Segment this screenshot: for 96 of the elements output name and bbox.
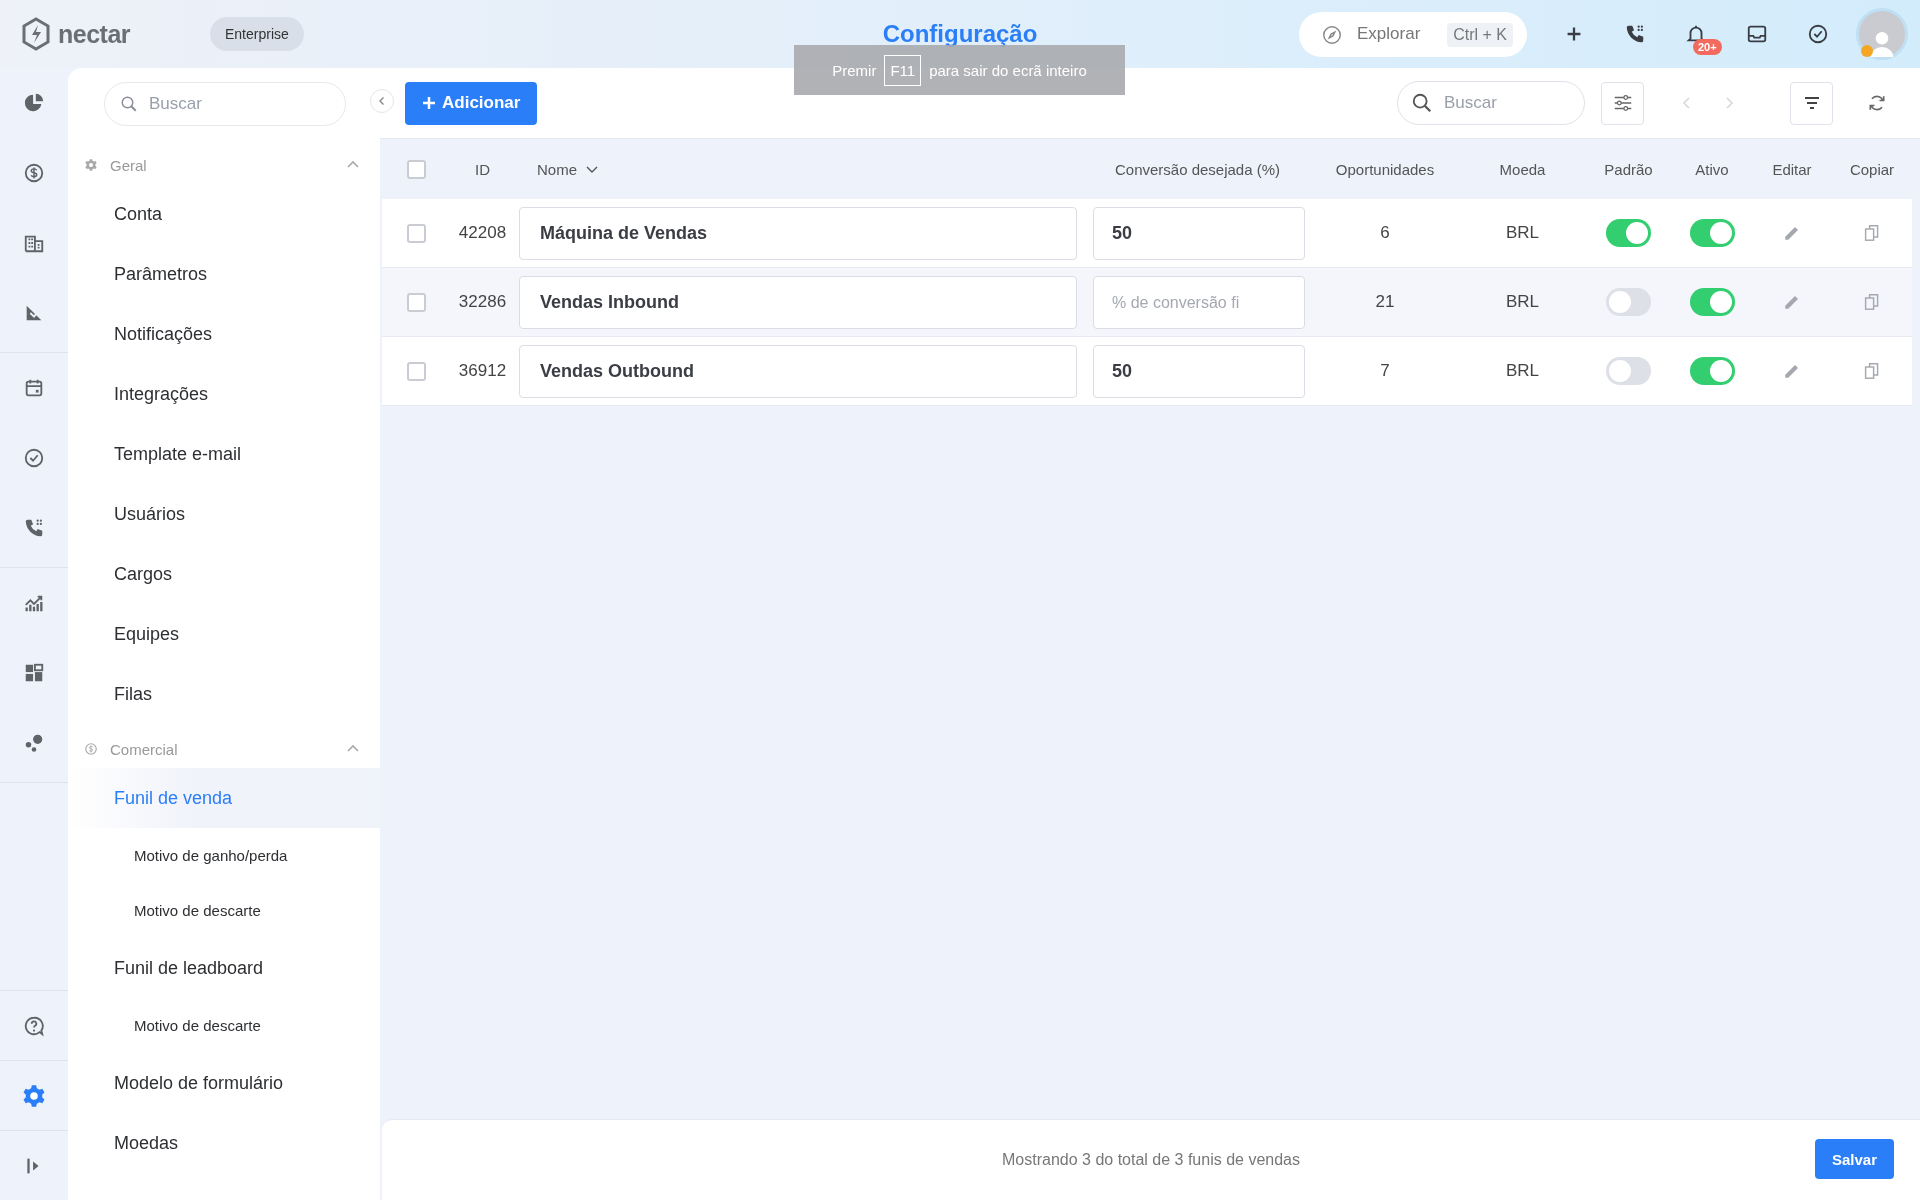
sidebar-item[interactable]: Motivo de ganho/perda bbox=[68, 828, 380, 883]
section-title: Geral bbox=[110, 156, 148, 174]
row-checkbox[interactable] bbox=[406, 223, 426, 243]
edit-icon[interactable] bbox=[1783, 362, 1801, 380]
filter-button[interactable] bbox=[1790, 81, 1833, 125]
chevron-left-icon bbox=[377, 96, 387, 106]
conversion-field[interactable]: 50 bbox=[1093, 344, 1305, 398]
search-field[interactable]: Buscar bbox=[104, 82, 346, 126]
plus-icon bbox=[422, 96, 436, 110]
conversion-field[interactable]: 50 bbox=[1093, 206, 1305, 260]
column-header[interactable]: Nome bbox=[515, 159, 605, 179]
pie-chart-icon[interactable] bbox=[23, 92, 45, 114]
id-cell: 42208 bbox=[458, 223, 507, 243]
name-field[interactable]: Vendas Inbound bbox=[519, 275, 1077, 329]
compass-icon bbox=[1321, 23, 1343, 46]
currency-cell: BRL bbox=[1505, 223, 1540, 243]
collapse-button[interactable] bbox=[370, 89, 394, 113]
notice-text: para sair do ecrã inteiro bbox=[929, 61, 1087, 79]
column-header: Editar bbox=[1772, 160, 1812, 178]
save-button[interactable]: Salvar bbox=[1814, 1139, 1894, 1179]
help-icon[interactable] bbox=[23, 1014, 45, 1037]
search-icon bbox=[120, 95, 138, 113]
add-button[interactable]: Adicionar bbox=[405, 81, 538, 125]
filter-settings-button[interactable] bbox=[1601, 81, 1644, 125]
row-checkbox[interactable] bbox=[406, 361, 426, 381]
sidebar-item[interactable]: Funil de leadboard bbox=[68, 938, 380, 998]
sidebar-item[interactable]: Integrações bbox=[68, 364, 380, 424]
sidebar-item[interactable]: Motivo de descarte bbox=[68, 998, 380, 1053]
check-circle-icon[interactable] bbox=[1806, 23, 1829, 45]
avatar[interactable] bbox=[1856, 8, 1908, 60]
name-field[interactable]: Vendas Outbound bbox=[519, 344, 1077, 398]
opportunities-cell: 7 bbox=[1380, 361, 1390, 381]
sidebar-item[interactable]: Filas bbox=[68, 664, 380, 724]
default-toggle[interactable] bbox=[1606, 288, 1651, 316]
name-field[interactable]: Máquina de Vendas bbox=[519, 206, 1077, 260]
row-checkbox[interactable] bbox=[406, 292, 426, 312]
check-circle-icon[interactable] bbox=[23, 447, 45, 469]
select-all-checkbox[interactable] bbox=[406, 159, 426, 179]
sidebar-item[interactable]: Parâmetros bbox=[68, 244, 380, 304]
active-toggle[interactable] bbox=[1689, 288, 1735, 316]
phone-icon[interactable] bbox=[23, 517, 45, 539]
edit-icon[interactable] bbox=[1783, 293, 1801, 311]
section-title: Comercial bbox=[110, 740, 179, 758]
column-header: Ativo bbox=[1695, 160, 1729, 178]
dashboard-icon[interactable] bbox=[23, 662, 45, 684]
opportunities-cell: 6 bbox=[1380, 223, 1390, 243]
dots-icon[interactable] bbox=[23, 732, 45, 754]
currency-cell: BRL bbox=[1505, 361, 1540, 381]
status-dot bbox=[1861, 45, 1873, 57]
column-header: ID bbox=[475, 160, 490, 178]
notification-badge: 20+ bbox=[1693, 39, 1722, 55]
dollar-icon[interactable] bbox=[23, 162, 45, 184]
column-header: Padrão bbox=[1604, 160, 1653, 178]
page-title: Configuração bbox=[882, 20, 1038, 47]
column-header: Conversão desejada (%) bbox=[1114, 160, 1281, 178]
sidebar-item[interactable]: Usuários bbox=[68, 484, 380, 544]
inbox-icon[interactable] bbox=[1745, 23, 1768, 45]
conversion-field[interactable]: % de conversão fi bbox=[1093, 275, 1305, 329]
calendar-icon[interactable] bbox=[23, 377, 45, 399]
copy-icon[interactable] bbox=[1864, 362, 1880, 380]
chevron-left-icon bbox=[1681, 97, 1693, 109]
sidebar-item[interactable]: Conta bbox=[68, 184, 380, 244]
plan-badge: Enterprise bbox=[210, 17, 304, 51]
id-cell: 32286 bbox=[458, 292, 507, 312]
copy-icon[interactable] bbox=[1864, 293, 1880, 311]
column-header: Moeda bbox=[1499, 160, 1546, 178]
sidebar-item[interactable]: Moedas bbox=[68, 1113, 380, 1173]
summary-text: Mostrando 3 do total de 3 funis de vendas bbox=[1002, 1151, 1300, 1169]
shortcut-hint: Ctrl + K bbox=[1447, 22, 1513, 47]
sidebar-item[interactable]: Modelo de formulário bbox=[68, 1053, 380, 1113]
sidebar-item[interactable]: Template e-mail bbox=[68, 424, 380, 484]
sidebar-item[interactable]: Equipes bbox=[68, 604, 380, 664]
id-cell: 36912 bbox=[458, 361, 507, 381]
sidebar-item[interactable]: Motivo de descarte bbox=[68, 883, 380, 938]
chevron-right-icon bbox=[1723, 97, 1735, 109]
column-header: Oportunidades bbox=[1335, 160, 1435, 178]
default-toggle[interactable] bbox=[1606, 219, 1651, 247]
copy-icon[interactable] bbox=[1864, 224, 1880, 242]
search-icon bbox=[1411, 92, 1433, 114]
active-toggle[interactable] bbox=[1689, 357, 1735, 385]
sidebar-item[interactable]: Notificações bbox=[68, 304, 380, 364]
currency-cell: BRL bbox=[1505, 292, 1540, 312]
settings-icon[interactable] bbox=[21, 1082, 47, 1109]
opportunities-cell: 21 bbox=[1375, 292, 1395, 312]
settings-icon bbox=[84, 158, 98, 172]
key-hint: F11 bbox=[884, 54, 922, 86]
active-toggle[interactable] bbox=[1689, 219, 1735, 247]
sidebar-item[interactable]: Cargos bbox=[68, 544, 380, 604]
search-field[interactable]: Buscar bbox=[1397, 81, 1585, 125]
brand-name: nectar bbox=[58, 19, 131, 49]
dollar-icon bbox=[84, 742, 98, 756]
default-toggle[interactable] bbox=[1606, 357, 1651, 385]
notice-text: Premir bbox=[832, 61, 877, 79]
edit-icon[interactable] bbox=[1783, 224, 1801, 242]
column-header: Copiar bbox=[1849, 160, 1895, 178]
logo-icon bbox=[20, 17, 52, 51]
